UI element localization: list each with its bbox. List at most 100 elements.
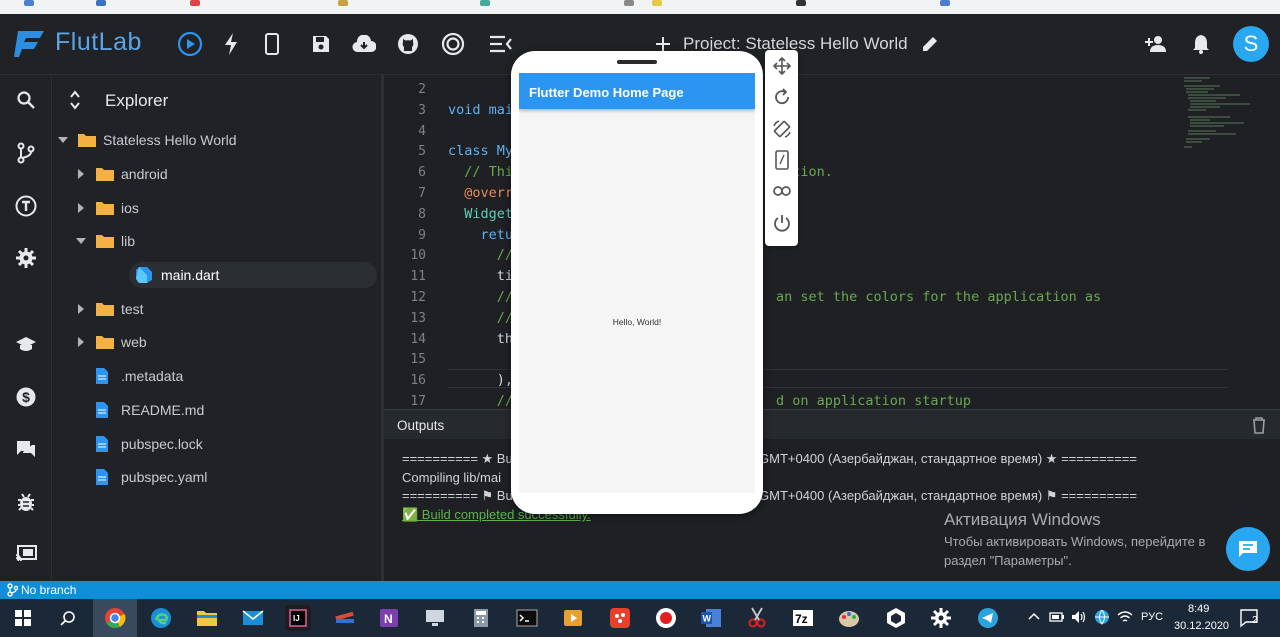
code-line[interactable]: th xyxy=(448,331,513,347)
tree-file[interactable]: README.md xyxy=(75,397,204,423)
code-line-tail[interactable]: an set the colors for the application as xyxy=(776,289,1101,305)
restart-icon[interactable] xyxy=(771,86,792,107)
cloud-download-icon[interactable] xyxy=(351,31,377,57)
books-app-icon[interactable] xyxy=(332,605,358,631)
video-player-app-icon[interactable] xyxy=(560,605,586,631)
code-line[interactable]: class My xyxy=(448,143,513,159)
settings-gear-icon[interactable] xyxy=(13,245,39,271)
save-icon[interactable] xyxy=(308,31,334,57)
expand-collapse-icon[interactable] xyxy=(69,89,81,111)
code-line[interactable]: // xyxy=(448,393,513,409)
user-avatar[interactable]: S xyxy=(1233,26,1269,62)
bookmark-icon[interactable] xyxy=(624,0,634,6)
pricing-dollar-icon[interactable]: $ xyxy=(13,384,39,410)
tray-chevron-up-icon[interactable] xyxy=(1028,612,1040,620)
clear-outputs-trash-icon[interactable] xyxy=(1252,417,1266,434)
code-line[interactable]: // Thi xyxy=(448,164,513,180)
tree-file[interactable]: pubspec.lock xyxy=(75,431,203,457)
emulator-screen[interactable]: Flutter Demo Home Page Hello, World! xyxy=(519,73,755,493)
add-user-icon[interactable] xyxy=(1143,31,1169,57)
chevron-right-icon[interactable] xyxy=(75,337,87,347)
word-app-icon[interactable]: W xyxy=(698,605,724,631)
branch-status[interactable]: No branch xyxy=(21,583,76,597)
telegram-app-icon[interactable] xyxy=(975,605,1001,631)
code-line[interactable]: void mai xyxy=(448,102,513,118)
bookmark-icon[interactable] xyxy=(338,0,348,6)
bookmark-icon[interactable] xyxy=(190,0,200,6)
mail-app-icon[interactable] xyxy=(240,605,266,631)
run-icon[interactable] xyxy=(177,31,203,57)
chrome-app-icon[interactable] xyxy=(93,599,137,637)
bookmark-icon[interactable] xyxy=(96,0,106,6)
paint-app-icon[interactable] xyxy=(607,605,633,631)
templates-icon[interactable] xyxy=(13,193,39,219)
cast-screen-icon[interactable] xyxy=(13,541,39,567)
7zip-app-icon[interactable]: 7z xyxy=(790,605,816,631)
bookmark-icon[interactable] xyxy=(480,0,490,6)
source-control-icon[interactable] xyxy=(13,140,39,166)
code-line[interactable]: // xyxy=(448,289,513,305)
code-line[interactable]: retu xyxy=(448,227,514,243)
tree-folder[interactable]: lib xyxy=(75,228,135,254)
screenshot-device-icon[interactable] xyxy=(771,149,792,170)
bookmark-icon[interactable] xyxy=(652,0,662,6)
menu-collapse-icon[interactable] xyxy=(488,31,514,57)
target-icon[interactable] xyxy=(440,31,466,57)
chevron-down-icon[interactable] xyxy=(75,238,87,244)
move-drag-icon[interactable] xyxy=(771,55,792,76)
terminal-app-icon[interactable] xyxy=(514,605,540,631)
tree-file[interactable]: .metadata xyxy=(75,363,183,389)
tree-file[interactable]: pubspec.yaml xyxy=(75,464,207,490)
notifications-bell-icon[interactable] xyxy=(1188,31,1214,57)
screen-recorder-app-icon[interactable] xyxy=(653,605,679,631)
tree-folder[interactable]: android xyxy=(75,161,168,187)
network-globe-icon[interactable] xyxy=(1094,609,1110,625)
paint-palette-app-icon[interactable] xyxy=(836,605,862,631)
device-icon[interactable] xyxy=(259,31,285,57)
battery-icon[interactable] xyxy=(1049,611,1065,623)
clock-date[interactable]: 30.12.2020 xyxy=(1174,620,1229,632)
chevron-right-icon[interactable] xyxy=(75,203,87,213)
hot-reload-icon[interactable] xyxy=(218,31,244,57)
clock-time[interactable]: 8:49 xyxy=(1188,603,1209,615)
snipping-tool-app-icon[interactable] xyxy=(744,605,770,631)
power-icon[interactable] xyxy=(771,212,792,233)
calculator-app-icon[interactable] xyxy=(468,605,494,631)
edge-app-icon[interactable] xyxy=(148,605,174,631)
bookmark-icon[interactable] xyxy=(24,0,34,6)
code-line[interactable]: @overr xyxy=(448,185,513,201)
windows-start-icon[interactable] xyxy=(10,605,36,631)
bookmark-icon[interactable] xyxy=(796,0,806,6)
chevron-right-icon[interactable] xyxy=(75,169,87,179)
support-chat-button[interactable] xyxy=(1226,527,1270,571)
tree-folder[interactable]: web xyxy=(75,329,147,355)
tree-folder[interactable]: test xyxy=(75,296,144,322)
code-line[interactable]: // xyxy=(448,247,513,263)
code-line[interactable]: ti xyxy=(448,268,513,284)
3d-app-icon[interactable] xyxy=(883,605,909,631)
tree-folder[interactable]: ios xyxy=(75,195,139,221)
code-line[interactable]: Widget xyxy=(448,206,513,222)
chat-forum-icon[interactable] xyxy=(13,436,39,462)
share-link-icon[interactable] xyxy=(771,180,792,201)
jetbrains-app-icon[interactable]: IJ xyxy=(285,605,311,631)
remote-desktop-app-icon[interactable] xyxy=(422,605,448,631)
chevron-down-icon[interactable] xyxy=(57,137,69,143)
tree-file[interactable]: main.dart xyxy=(129,262,377,288)
bookmark-icon[interactable] xyxy=(940,0,950,6)
file-explorer-app-icon[interactable] xyxy=(194,605,220,631)
github-icon[interactable] xyxy=(395,31,421,57)
rotate-device-icon[interactable] xyxy=(771,118,792,139)
wifi-icon[interactable] xyxy=(1117,610,1133,624)
volume-icon[interactable] xyxy=(1071,610,1087,624)
input-language[interactable]: РУС xyxy=(1141,611,1163,623)
tree-folder[interactable]: Stateless Hello World xyxy=(57,127,237,153)
taskbar-search-icon[interactable] xyxy=(55,605,81,631)
settings-app-icon[interactable] xyxy=(928,605,954,631)
search-icon[interactable] xyxy=(13,87,39,113)
bug-report-icon[interactable] xyxy=(13,489,39,515)
code-minimap[interactable] xyxy=(1180,75,1270,155)
edit-pencil-icon[interactable] xyxy=(917,31,943,57)
code-line[interactable]: // xyxy=(448,310,513,326)
onenote-app-icon[interactable]: N xyxy=(376,605,402,631)
